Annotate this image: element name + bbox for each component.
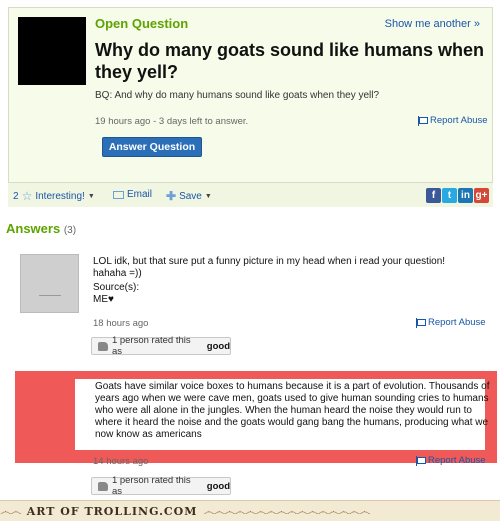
thumbs-up-icon (98, 341, 108, 351)
answer-source: ME♥ (93, 294, 114, 305)
ornament-icon: ෴෴෴෴෴෴෴෴෴෴෴෴෴෴෴෴ (203, 503, 370, 518)
chevron-down-icon: ▼ (204, 192, 212, 200)
thumbs-up-icon (98, 481, 108, 491)
email-button[interactable]: Email (113, 189, 152, 200)
save-button[interactable]: ✚ Save ▼ (166, 189, 212, 203)
google-plus-icon[interactable]: g+ (474, 188, 489, 203)
twitter-icon[interactable]: t (442, 188, 457, 203)
rating-button[interactable]: 1 person rated this as good (91, 475, 231, 497)
show-another-link[interactable]: Show me another » (385, 18, 480, 30)
site-footer: ෴෴ ART OF TROLLING.COM ෴෴෴෴෴෴෴෴෴෴෴෴෴෴෴෴ (0, 500, 500, 521)
answer-text: LOL idk, but that sure put a funny pictu… (93, 256, 446, 279)
linkedin-icon[interactable]: in (458, 188, 473, 203)
star-icon: ☆ (21, 189, 33, 203)
report-abuse-label: Report Abuse (428, 317, 486, 328)
ornament-icon: ෴෴ (0, 503, 22, 518)
mail-icon (113, 190, 124, 199)
asker-avatar[interactable] (18, 17, 86, 85)
rating-text: 1 person rated this as (111, 475, 191, 497)
question-meta: 19 hours ago - 3 days left to answer. (95, 116, 249, 127)
rating-value: good (206, 480, 230, 492)
answer-question-button[interactable]: Answer Question (102, 137, 202, 157)
report-abuse-label: Report Abuse (430, 115, 488, 126)
rating-text: 1 person rated this as (111, 335, 191, 357)
answerer-avatar[interactable] (20, 254, 79, 313)
question-card: Open Question Show me another » Why do m… (8, 7, 493, 207)
answer-meta: 14 hours ago (93, 456, 149, 467)
interesting-button[interactable]: 2 ☆ Interesting! ▼ (13, 189, 95, 203)
answer-source-label: Source(s): (93, 282, 140, 293)
facebook-icon[interactable]: f (426, 188, 441, 203)
open-question-label: Open Question (95, 16, 189, 31)
answers-heading: Answers (3) (6, 221, 76, 236)
answers-count: (3) (63, 225, 77, 236)
flag-icon (415, 455, 426, 466)
flag-icon (417, 115, 428, 126)
question-title: Why do many goats sound like humans when… (95, 40, 485, 82)
site-brand: ART OF TROLLING.COM (26, 504, 198, 518)
answer-text: Goats have similar voice boxes to humans… (95, 381, 490, 440)
email-label: Email (127, 189, 153, 200)
report-abuse-label: Report Abuse (428, 455, 486, 466)
plus-icon: ✚ (166, 189, 177, 203)
interesting-count: 2 (13, 190, 19, 202)
chevron-down-icon: ▼ (87, 192, 95, 200)
report-abuse-link[interactable]: Report Abuse (417, 115, 488, 126)
answers-label: Answers (6, 221, 61, 236)
answer-meta: 18 hours ago (93, 318, 149, 329)
question-details: BQ: And why do many humans sound like go… (95, 90, 380, 101)
save-label: Save (179, 190, 202, 202)
rating-button[interactable]: 1 person rated this as good (91, 335, 231, 357)
report-abuse-link[interactable]: Report Abuse (415, 455, 486, 466)
question-toolbar: 2 ☆ Interesting! ▼ Email ✚ Save ▼ f t in… (8, 182, 493, 207)
interesting-label: Interesting! (35, 190, 85, 202)
rating-value: good (206, 340, 230, 352)
flag-icon (415, 317, 426, 328)
report-abuse-link[interactable]: Report Abuse (415, 317, 486, 328)
